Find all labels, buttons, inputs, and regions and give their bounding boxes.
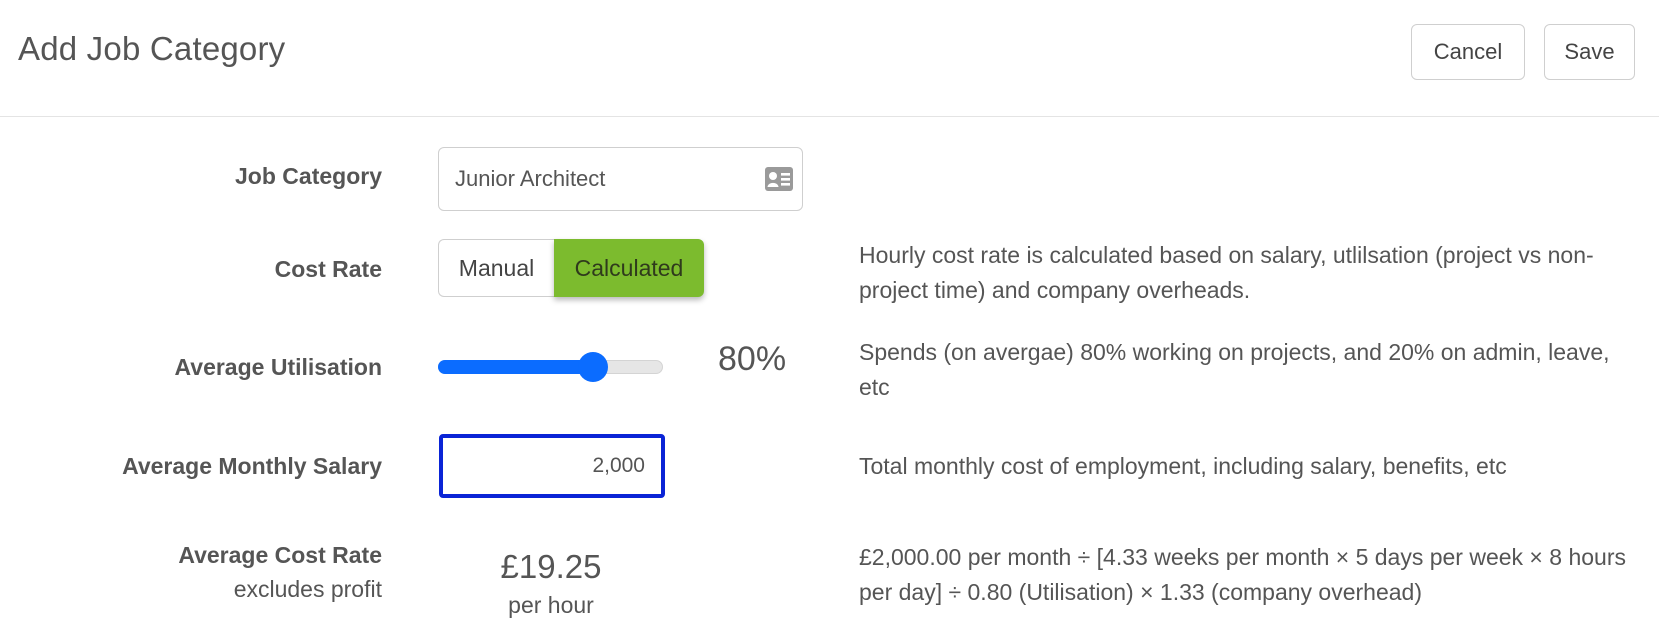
utilisation-value: 80%	[718, 340, 787, 378]
salary-description: Total monthly cost of employment, includ…	[859, 453, 1507, 479]
utilisation-description: Spends (on avergae) 80% working on proje…	[859, 339, 1610, 400]
job-category-field[interactable]	[438, 147, 803, 211]
cost-rate-toggle: Manual Calculated	[438, 239, 704, 297]
page-header: Add Job Category Cancel Save	[0, 0, 1659, 117]
utilisation-label: Average Utilisation	[174, 354, 382, 380]
cost-rate-formula: £2,000.00 per month ÷ [4.33 weeks per mo…	[859, 544, 1626, 605]
job-category-label: Job Category	[235, 163, 382, 189]
excludes-profit-note: excludes profit	[233, 576, 382, 602]
save-button[interactable]: Save	[1544, 24, 1635, 80]
cost-rate-amount: £19.25	[500, 548, 602, 585]
cost-rate-description: Hourly cost rate is calculated based on …	[859, 242, 1594, 303]
cost-rate-calculated-option[interactable]: Calculated	[554, 239, 704, 297]
cost-rate-label: Cost Rate	[274, 256, 382, 282]
utilisation-slider[interactable]	[438, 352, 663, 382]
page-title: Add Job Category	[18, 30, 286, 67]
slider-thumb[interactable]	[578, 352, 608, 382]
job-category-input[interactable]	[455, 148, 755, 210]
contact-card-icon[interactable]	[764, 166, 794, 192]
cancel-button[interactable]: Cancel	[1411, 24, 1525, 80]
salary-input[interactable]	[439, 434, 665, 498]
salary-label: Average Monthly Salary	[122, 453, 382, 479]
cost-rate-manual-option[interactable]: Manual	[438, 239, 554, 297]
slider-fill	[438, 360, 593, 374]
cost-rate-unit: per hour	[508, 592, 594, 618]
average-cost-rate-label: Average Cost Rate	[178, 542, 382, 568]
